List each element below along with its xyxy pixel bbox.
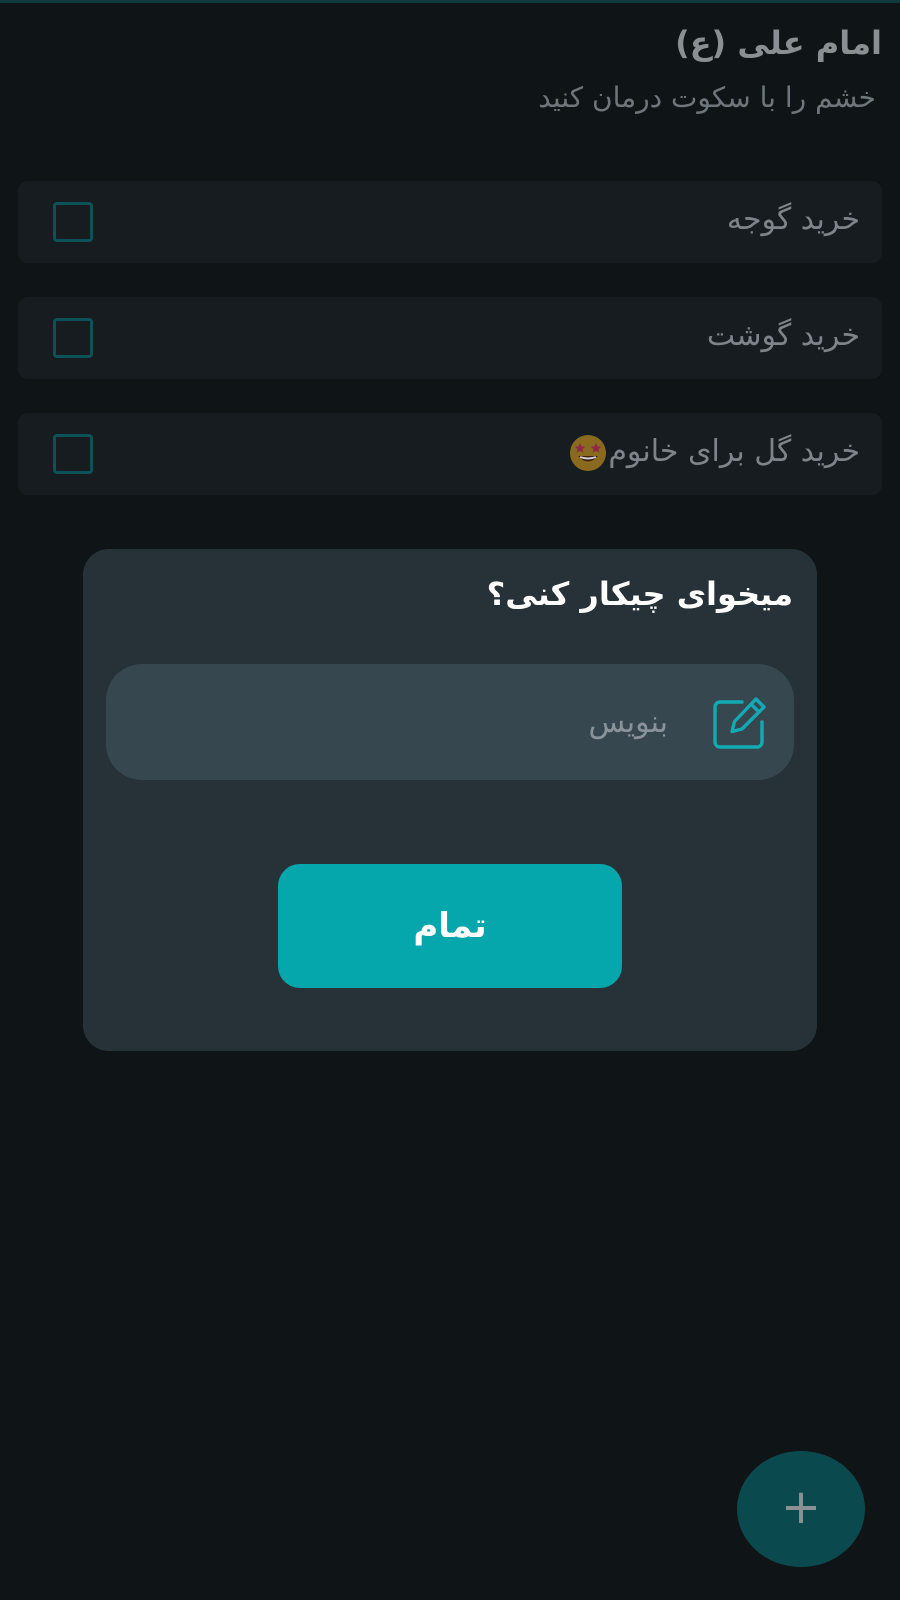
task-label-text: خرید گل برای خانوم (608, 434, 860, 469)
star-struck-emoji-icon (570, 434, 607, 471)
task-label: خرید گوشت (706, 318, 860, 353)
task-input-container[interactable] (106, 664, 794, 780)
plus-icon: + (780, 1479, 822, 1535)
edit-icon (713, 697, 766, 749)
quote-header: امام علی (ع) خشم را با سکوت درمان کنید (18, 18, 882, 118)
quote-author: امام علی (ع) (675, 24, 882, 62)
task-input[interactable] (148, 664, 668, 780)
top-accent-line (0, 0, 900, 3)
task-label: خرید گل برای خانوم (566, 413, 860, 495)
task-checkbox[interactable] (53, 434, 93, 474)
task-item[interactable]: خرید گل برای خانوم (18, 413, 882, 495)
add-task-dialog: میخوای چیکار کنی؟ تمام (83, 549, 817, 1051)
task-checkbox[interactable] (53, 318, 93, 358)
task-item[interactable]: خرید گوشت (18, 297, 882, 379)
done-button[interactable]: تمام (278, 864, 622, 988)
task-label: خرید گوجه (726, 202, 860, 237)
quote-text: خشم را با سکوت درمان کنید (538, 81, 876, 114)
task-checkbox[interactable] (53, 202, 93, 242)
dialog-title: میخوای چیکار کنی؟ (486, 575, 793, 613)
task-item[interactable]: خرید گوجه (18, 181, 882, 263)
add-task-fab[interactable]: + (737, 1451, 865, 1567)
